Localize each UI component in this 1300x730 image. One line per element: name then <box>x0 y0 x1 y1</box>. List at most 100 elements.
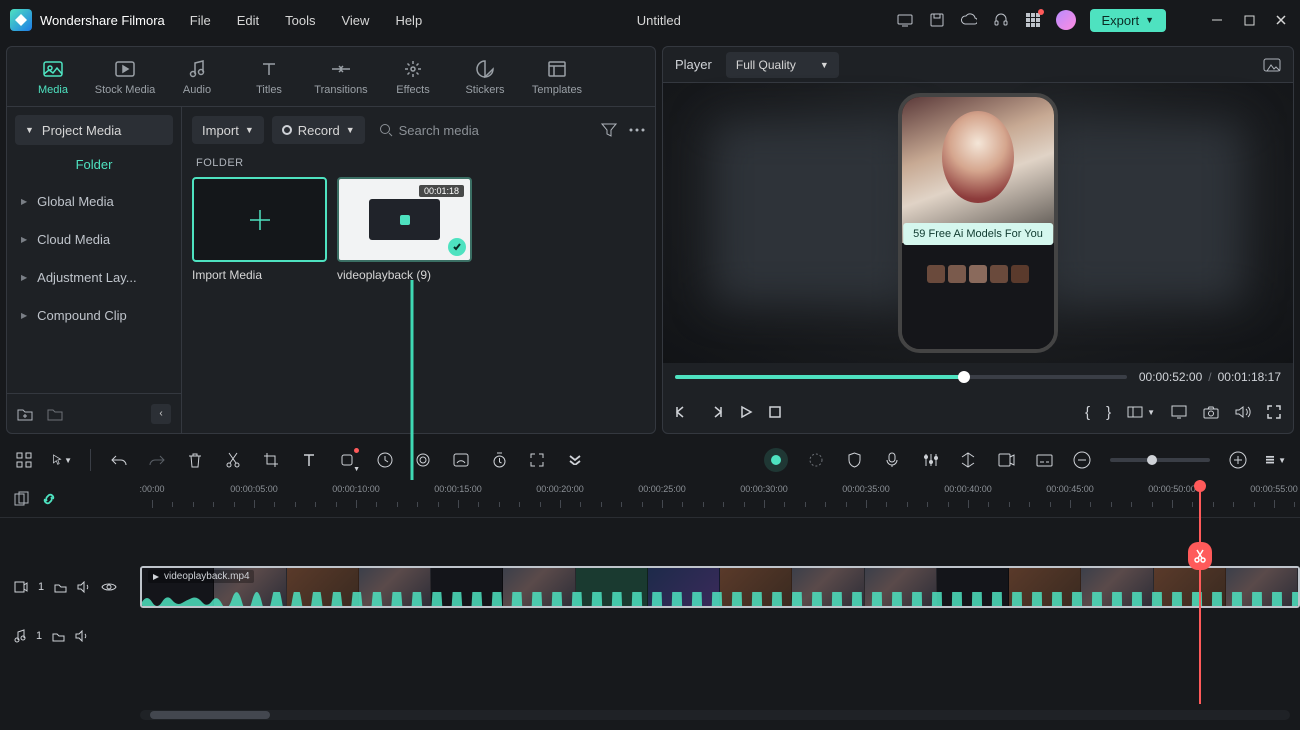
playhead[interactable] <box>1199 480 1201 704</box>
maximize-button[interactable] <box>1240 11 1258 29</box>
quality-dropdown[interactable]: Full Quality▼ <box>726 52 839 78</box>
play-button[interactable] <box>739 405 753 419</box>
chevron-down-icon: ▼ <box>245 125 254 135</box>
stop-button[interactable] <box>769 406 781 418</box>
fullscreen-icon[interactable] <box>1267 405 1281 419</box>
player-label: Player <box>675 57 712 72</box>
camera-icon[interactable] <box>1203 406 1219 419</box>
more-icon[interactable] <box>629 128 645 132</box>
tab-media[interactable]: Media <box>17 58 89 96</box>
render-icon[interactable] <box>996 450 1016 470</box>
text-tool-icon[interactable] <box>299 450 319 470</box>
volume-icon[interactable] <box>1235 405 1251 419</box>
duration-icon[interactable] <box>489 450 509 470</box>
delete-icon[interactable] <box>185 450 205 470</box>
menu-tools[interactable]: Tools <box>285 13 315 28</box>
menu-edit[interactable]: Edit <box>237 13 259 28</box>
cloud-icon[interactable] <box>960 11 978 29</box>
aspect-dropdown[interactable]: ▼ <box>1127 406 1155 418</box>
playhead-split-icon[interactable] <box>1188 542 1212 570</box>
crop-icon[interactable] <box>261 450 281 470</box>
clip-label: videoplayback.mp4 <box>148 570 254 583</box>
media-thumb-video[interactable]: 00:01:18 videoplayback (9) <box>337 177 472 282</box>
next-frame-button[interactable] <box>707 405 723 419</box>
mark-out-button[interactable]: } <box>1106 404 1111 421</box>
folder-icon[interactable] <box>47 407 63 421</box>
monitor-icon[interactable] <box>896 11 914 29</box>
shield-icon[interactable] <box>844 450 864 470</box>
project-media-dropdown[interactable]: ▼ Project Media <box>15 115 173 145</box>
display-icon[interactable] <box>1171 405 1187 419</box>
menu-help[interactable]: Help <box>395 13 422 28</box>
track-mute-icon[interactable] <box>77 581 91 593</box>
export-button[interactable]: Export ▼ <box>1090 9 1167 32</box>
playback-scrubber[interactable]: 00:00:52:00/00:01:18:17 <box>663 363 1293 391</box>
sidebar-item-adjustment-layer[interactable]: ▶Adjustment Lay... <box>7 258 181 296</box>
track-visibility-icon[interactable] <box>101 582 117 592</box>
redo-icon[interactable] <box>147 450 167 470</box>
audio-track-1: 1 <box>0 616 1300 656</box>
user-avatar[interactable] <box>1056 10 1076 30</box>
tab-effects[interactable]: Effects <box>377 58 449 96</box>
save-icon[interactable] <box>928 11 946 29</box>
tab-stickers[interactable]: Stickers <box>449 58 521 96</box>
mixer-icon[interactable] <box>920 450 940 470</box>
effects-panel-icon[interactable] <box>806 450 826 470</box>
mask-icon[interactable] <box>451 450 471 470</box>
timeline-ruler[interactable]: :00:0000:00:05:0000:00:10:0000:00:15:000… <box>0 480 1300 518</box>
link-icon[interactable] <box>41 491 57 507</box>
scrub-handle[interactable] <box>958 371 970 383</box>
minimize-button[interactable] <box>1208 11 1226 29</box>
video-clip[interactable]: videoplayback.mp4 <box>140 566 1300 608</box>
paste-icon[interactable] <box>14 491 29 506</box>
cursor-tool-icon[interactable]: ▼ <box>52 450 72 470</box>
search-media-input[interactable]: Search media <box>373 123 479 138</box>
import-dropdown[interactable]: Import▼ <box>192 116 264 144</box>
ai-icon[interactable] <box>764 448 788 472</box>
collapse-sidebar-button[interactable]: ‹ <box>151 404 171 424</box>
media-icon <box>42 58 64 80</box>
timeline-horizontal-scrollbar[interactable] <box>140 710 1290 720</box>
speed-icon[interactable] <box>375 450 395 470</box>
sidebar-item-compound-clip[interactable]: ▶Compound Clip <box>7 296 181 334</box>
snapshot-icon[interactable] <box>1263 58 1281 72</box>
tab-titles[interactable]: Titles <box>233 58 305 96</box>
color-icon[interactable] <box>413 450 433 470</box>
zoom-out-icon[interactable] <box>1072 450 1092 470</box>
track-lock-icon[interactable] <box>54 581 67 593</box>
tab-templates[interactable]: Templates <box>521 58 593 96</box>
expand-icon[interactable] <box>527 450 547 470</box>
new-folder-icon[interactable] <box>17 407 33 421</box>
menu-view[interactable]: View <box>341 13 369 28</box>
select-tool-icon[interactable] <box>14 450 34 470</box>
preview-viewport[interactable]: 59 Free Ai Models For You <box>663 83 1293 363</box>
more-tools-icon[interactable] <box>565 450 585 470</box>
undo-icon[interactable] <box>109 450 129 470</box>
folder-label[interactable]: Folder <box>7 145 181 182</box>
menu-file[interactable]: File <box>190 13 211 28</box>
apps-icon[interactable] <box>1024 11 1042 29</box>
import-media-tile[interactable]: Import Media <box>192 177 327 282</box>
zoom-in-icon[interactable] <box>1228 450 1248 470</box>
subtitle-icon[interactable] <box>1034 450 1054 470</box>
mark-in-button[interactable]: { <box>1085 404 1090 421</box>
preview-header: Player Full Quality▼ <box>663 47 1293 83</box>
tab-audio[interactable]: Audio <box>161 58 233 96</box>
track-mute-icon[interactable] <box>75 630 89 642</box>
zoom-slider[interactable] <box>1110 458 1210 462</box>
record-dropdown[interactable]: Record▼ <box>272 116 365 144</box>
track-lock-icon[interactable] <box>52 630 65 642</box>
headset-icon[interactable] <box>992 11 1010 29</box>
close-button[interactable] <box>1272 11 1290 29</box>
sidebar-item-global-media[interactable]: ▶Global Media <box>7 182 181 220</box>
tab-stock-media[interactable]: Stock Media <box>89 58 161 96</box>
filter-icon[interactable] <box>601 123 617 137</box>
marker-icon[interactable] <box>958 450 978 470</box>
split-icon[interactable] <box>223 450 243 470</box>
tab-transitions[interactable]: Transitions <box>305 58 377 96</box>
prev-frame-button[interactable] <box>675 405 691 419</box>
keyframe-icon[interactable]: ▼ <box>337 450 357 470</box>
sidebar-item-cloud-media[interactable]: ▶Cloud Media <box>7 220 181 258</box>
mic-icon[interactable] <box>882 450 902 470</box>
view-list-icon[interactable]: ▼ <box>1266 450 1286 470</box>
